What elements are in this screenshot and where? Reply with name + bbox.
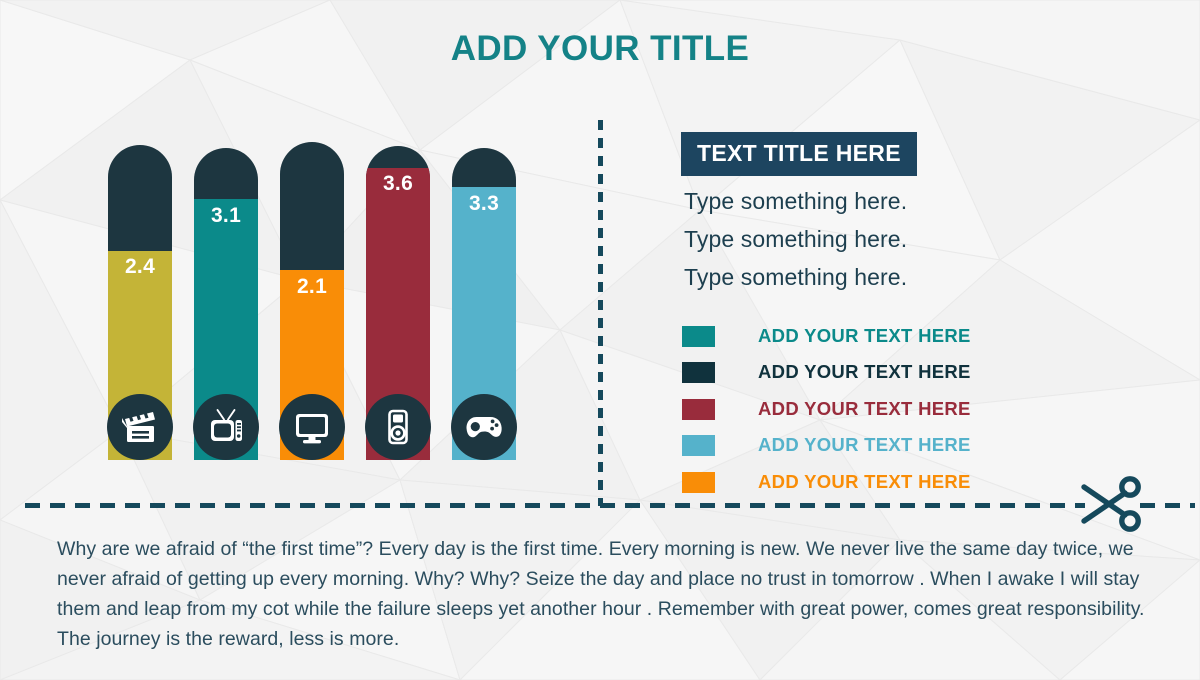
- legend-item-5[interactable]: ADD YOUR TEXT HERE: [682, 471, 971, 493]
- slide-canvas: ADD YOUR TITLE 2.4 3.1 2.1 3.6 3.3 TEXT …: [0, 0, 1200, 680]
- legend-item-2[interactable]: ADD YOUR TEXT HERE: [682, 361, 971, 383]
- tv-icon: [193, 394, 259, 460]
- legend-swatch: [682, 434, 715, 456]
- type-line-3[interactable]: Type something here.: [684, 264, 907, 291]
- legend-swatch: [682, 398, 715, 420]
- legend-swatch: [682, 471, 715, 493]
- movie-clapper-icon: [107, 394, 173, 460]
- bar-value-label: 3.3: [468, 192, 500, 215]
- gamepad-icon: [451, 394, 517, 460]
- type-line-1[interactable]: Type something here.: [684, 188, 907, 215]
- mp3-player-icon: [365, 394, 431, 460]
- footer-paragraph: Why are we afraid of “the first time”? E…: [57, 538, 1145, 650]
- horizontal-cut-line-right: [1140, 503, 1195, 508]
- legend-item-1[interactable]: ADD YOUR TEXT HERE: [682, 325, 971, 347]
- legend-label: ADD YOUR TEXT HERE: [758, 434, 971, 455]
- scissors-icon: [1081, 476, 1141, 532]
- legend-item-4[interactable]: ADD YOUR TEXT HERE: [682, 434, 971, 456]
- text-title-box: TEXT TITLE HERE: [681, 132, 917, 176]
- bar-value-label: 3.6: [382, 172, 414, 195]
- legend-swatch: [682, 361, 715, 383]
- legend-label: ADD YOUR TEXT HERE: [758, 398, 971, 419]
- bar-chart: 2.4 3.1 2.1 3.6 3.3: [0, 0, 600, 500]
- vertical-dashed-divider: [598, 120, 603, 506]
- monitor-icon: [279, 394, 345, 460]
- bar-value-label: 3.1: [210, 204, 242, 227]
- type-line-2[interactable]: Type something here.: [684, 226, 907, 253]
- legend-label: ADD YOUR TEXT HERE: [758, 325, 971, 346]
- legend-swatch: [682, 325, 715, 347]
- horizontal-cut-line: [25, 503, 1085, 508]
- legend-label: ADD YOUR TEXT HERE: [758, 471, 971, 492]
- legend-label: ADD YOUR TEXT HERE: [758, 361, 971, 382]
- bar-value-label: 2.1: [296, 275, 328, 298]
- legend-item-3[interactable]: ADD YOUR TEXT HERE: [682, 398, 971, 420]
- bar-value-label: 2.4: [124, 255, 156, 278]
